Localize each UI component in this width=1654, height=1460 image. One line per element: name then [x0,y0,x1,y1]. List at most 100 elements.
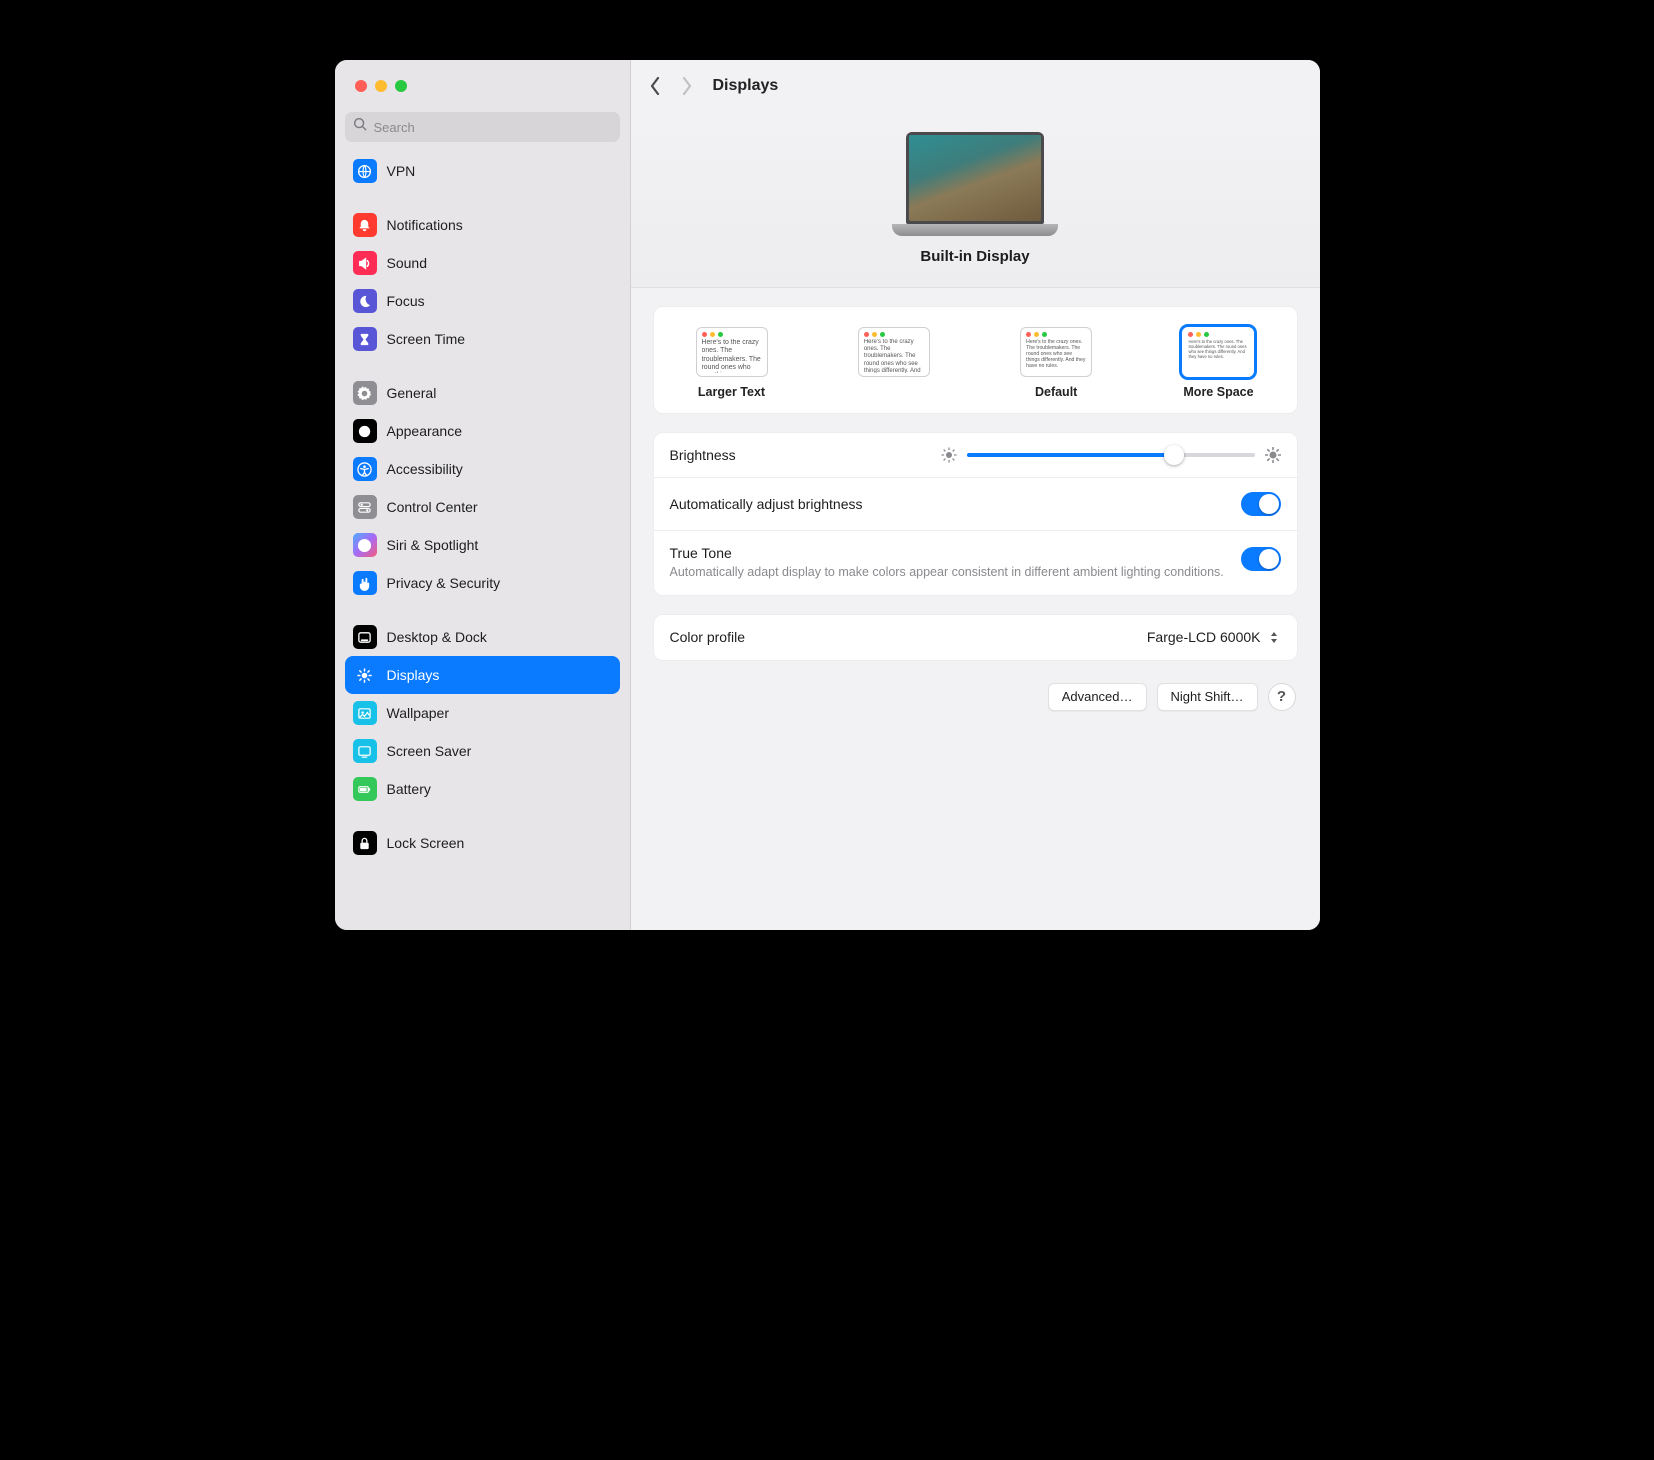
resolution-option-label: Larger Text [698,385,765,399]
auto-brightness-toggle[interactable] [1241,492,1281,516]
resolution-option-label [892,385,895,399]
brightness-high-icon [1265,447,1281,463]
sidebar-item-label: Lock Screen [387,835,465,851]
sidebar-item-vpn[interactable]: VPN [345,152,620,190]
display-name: Built-in Display [920,248,1029,265]
brightness-panel: Brightness A [653,432,1298,596]
sidebar-item-privacy-security[interactable]: Privacy & Security [345,564,620,602]
siri-icon [353,533,377,557]
switches-icon [353,495,377,519]
search-icon [353,117,368,137]
page-title: Displays [713,77,779,95]
color-profile-select[interactable]: Farge-LCD 6000K [1147,629,1281,646]
color-profile-panel: Color profile Farge-LCD 6000K [653,614,1298,661]
sidebar-item-label: Battery [387,781,431,797]
display-hero: Built-in Display [631,112,1320,288]
bell-icon [353,213,377,237]
color-profile-value: Farge-LCD 6000K [1147,629,1261,645]
moon-icon [353,289,377,313]
resolution-option-0[interactable]: Here's to the crazy ones. The troublemak… [696,327,768,399]
hand-icon [353,571,377,595]
sidebar-item-sound[interactable]: Sound [345,244,620,282]
system-settings-window: VPN Notifications Sound Focus Screen Time Gen… [335,60,1320,930]
chevron-updown-icon [1267,629,1281,646]
sidebar-item-displays[interactable]: Displays [345,656,620,694]
minimize-button[interactable] [375,80,387,92]
sidebar-item-label: General [387,385,437,401]
hourglass-icon [353,327,377,351]
speaker-icon [353,251,377,275]
forward-button[interactable] [681,77,693,95]
brightness-row: Brightness [654,433,1297,477]
resolution-option-2[interactable]: Here's to the crazy ones. The troublemak… [1020,327,1092,399]
dock-icon [353,625,377,649]
resolution-options: Here's to the crazy ones. The troublemak… [654,307,1297,413]
sidebar-item-notifications[interactable]: Notifications [345,206,620,244]
close-button[interactable] [355,80,367,92]
sidebar-item-control-center[interactable]: Control Center [345,488,620,526]
true-tone-label: True Tone [670,545,1241,561]
footer-buttons: Advanced… Night Shift… ? [653,679,1298,713]
lock-icon [353,831,377,855]
advanced-button[interactable]: Advanced… [1048,683,1147,711]
globe-icon [353,159,377,183]
sidebar-item-siri-spotlight[interactable]: Siri & Spotlight [345,526,620,564]
resolution-thumb: Here's to the crazy ones. The troublemak… [858,327,930,377]
wallpaper-icon [353,701,377,725]
auto-brightness-label: Automatically adjust brightness [670,496,1241,512]
resolution-option-label: More Space [1183,385,1253,399]
sidebar-item-label: Screen Saver [387,743,472,759]
sidebar-item-label: VPN [387,163,416,179]
sidebar-item-general[interactable]: General [345,374,620,412]
resolution-option-1[interactable]: Here's to the crazy ones. The troublemak… [858,327,930,399]
content-area: Displays Built-in Display Here's to the … [631,60,1320,930]
sidebar: VPN Notifications Sound Focus Screen Time Gen… [335,60,631,930]
auto-brightness-row: Automatically adjust brightness [654,477,1297,530]
sidebar-item-appearance[interactable]: Appearance [345,412,620,450]
sidebar-item-label: Appearance [387,423,463,439]
color-profile-row: Color profile Farge-LCD 6000K [654,615,1297,660]
resolution-thumb: Here's to the crazy ones. The troublemak… [696,327,768,377]
sidebar-item-battery[interactable]: Battery [345,770,620,808]
night-shift-button[interactable]: Night Shift… [1157,683,1258,711]
help-button[interactable]: ? [1268,683,1296,711]
brightness-low-icon [941,447,957,463]
sidebar-item-lock-screen[interactable]: Lock Screen [345,824,620,862]
resolution-thumb: Here's to the crazy ones. The troublemak… [1020,327,1092,377]
brightness-slider[interactable] [941,447,1281,463]
sidebar-item-accessibility[interactable]: Accessibility [345,450,620,488]
color-profile-label: Color profile [670,629,1147,645]
sidebar-item-desktop-dock[interactable]: Desktop & Dock [345,618,620,656]
toolbar: Displays [631,60,1320,112]
sidebar-item-wallpaper[interactable]: Wallpaper [345,694,620,732]
appearance-icon [353,419,377,443]
display-illustration [892,132,1058,236]
sidebar-list[interactable]: VPN Notifications Sound Focus Screen Time Gen… [335,152,630,930]
brightness-track[interactable] [967,453,1255,457]
sidebar-item-focus[interactable]: Focus [345,282,620,320]
sidebar-item-label: Privacy & Security [387,575,501,591]
brightness-thumb[interactable] [1164,445,1184,465]
window-controls [335,60,630,112]
back-button[interactable] [649,77,661,95]
sidebar-item-label: Screen Time [387,331,466,347]
gear-icon [353,381,377,405]
sidebar-item-screen-time[interactable]: Screen Time [345,320,620,358]
search-input[interactable] [374,120,612,135]
accessibility-icon [353,457,377,481]
true-tone-row: True Tone Automatically adapt display to… [654,530,1297,595]
sidebar-item-label: Siri & Spotlight [387,537,479,553]
brightness-label: Brightness [670,447,941,463]
sun-icon [353,663,377,687]
sidebar-item-screen-saver[interactable]: Screen Saver [345,732,620,770]
resolution-panel: Here's to the crazy ones. The troublemak… [653,306,1298,414]
true-tone-toggle[interactable] [1241,547,1281,571]
screensaver-icon [353,739,377,763]
search-field[interactable] [345,112,620,142]
sidebar-item-label: Wallpaper [387,705,450,721]
zoom-button[interactable] [395,80,407,92]
resolution-option-3[interactable]: Here's to the crazy ones. The troublemak… [1182,327,1254,399]
sidebar-item-label: Notifications [387,217,463,233]
sidebar-item-label: Accessibility [387,461,463,477]
sidebar-item-label: Sound [387,255,427,271]
